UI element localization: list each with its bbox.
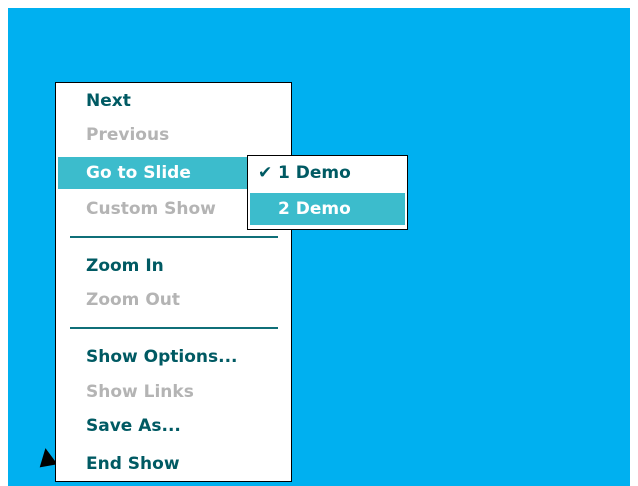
checkmark-icon: ✔ [258,163,273,183]
menu-item-zoom-out: Zoom Out [86,290,180,310]
submenu-item-label: 2 Demo [278,199,351,219]
slideshow-context-menu: Next Previous Go to Slide Custom Show Zo… [55,82,292,482]
submenu-item-slide-1[interactable]: ✔ 1 Demo [250,157,405,189]
menu-item-show-links: Show Links [86,382,194,402]
menu-item-show-options[interactable]: Show Options... [58,341,289,373]
go-to-slide-submenu: ✔ 1 Demo 2 Demo [247,155,408,230]
menu-item-next[interactable]: Next [58,85,289,117]
submenu-item-slide-2[interactable]: 2 Demo [250,193,405,225]
menu-separator [70,236,278,238]
menu-item-previous: Previous [86,125,170,145]
menu-item-save-as[interactable]: Save As... [58,410,289,442]
submenu-item-label: 1 Demo [278,163,351,183]
menu-item-zoom-in[interactable]: Zoom In [58,250,289,282]
menu-separator [70,327,278,329]
menu-item-end-show[interactable]: End Show [58,448,289,480]
